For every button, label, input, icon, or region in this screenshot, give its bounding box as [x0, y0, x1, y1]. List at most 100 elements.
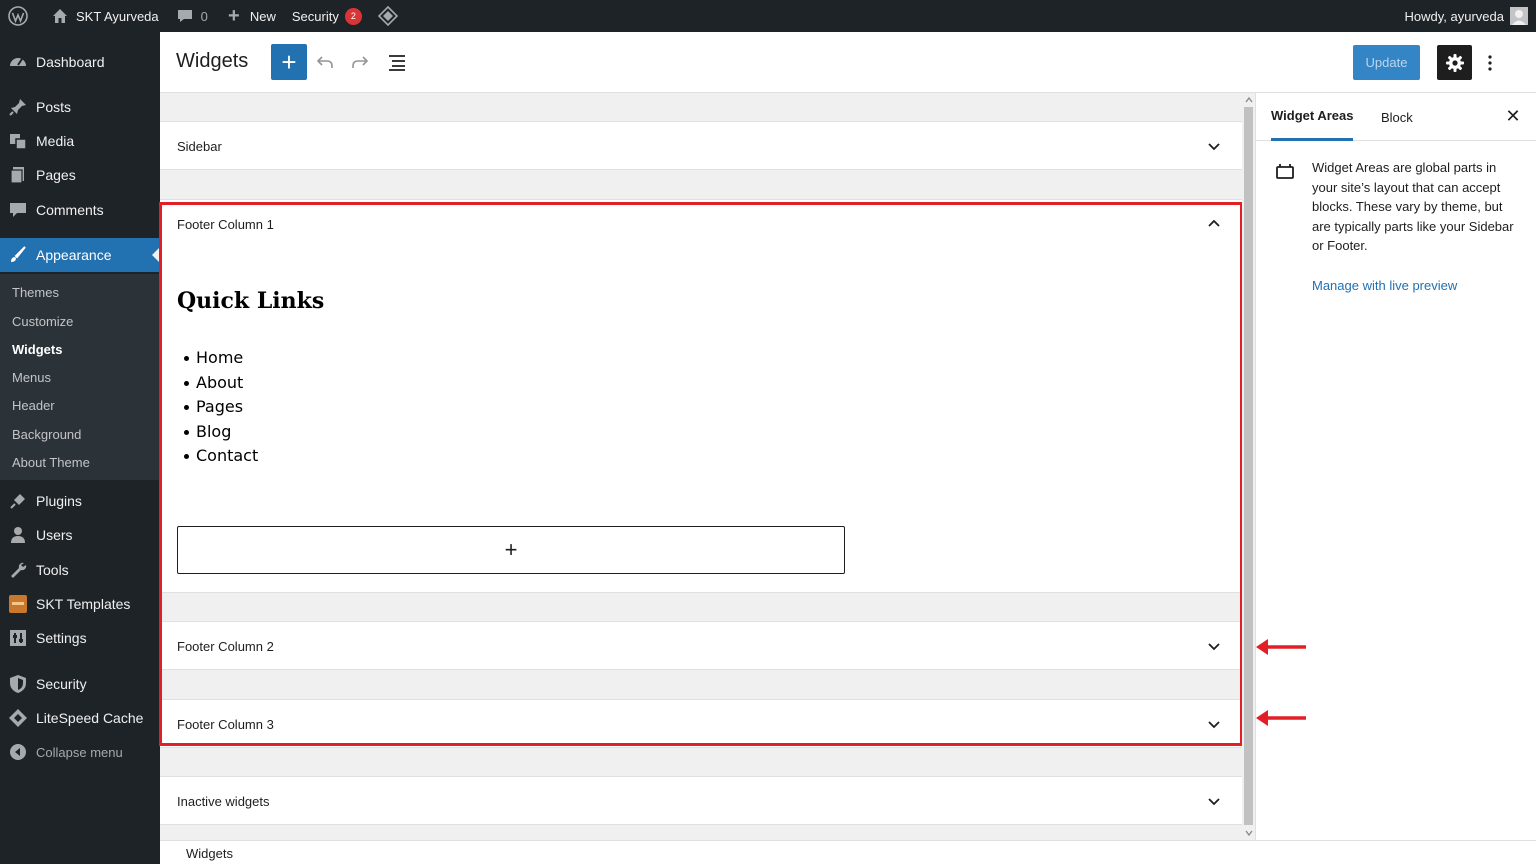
security-link[interactable]: Security 2 [284, 0, 370, 32]
canvas-scrollbar[interactable] [1242, 93, 1255, 840]
menu-item-security[interactable]: Security [0, 667, 160, 701]
editor-footer: Widgets [160, 840, 1536, 864]
wrench-icon [0, 560, 36, 580]
widgets-editor-header: Widgets + Update [160, 32, 1536, 93]
submenu-customize[interactable]: Customize [12, 312, 73, 332]
list-item[interactable]: Blog [183, 420, 258, 445]
widget-area-title: Sidebar [177, 138, 222, 154]
list-view-icon [389, 55, 405, 71]
scroll-down-arrow-icon[interactable] [1245, 829, 1253, 837]
widget-area-title: Footer Column 1 [177, 216, 274, 232]
comment-bubble-icon [175, 6, 195, 26]
new-label: New [249, 8, 276, 24]
comments-count: 0 [200, 8, 208, 24]
plus-icon: + [281, 47, 297, 77]
quick-links-list[interactable]: Home About Pages Blog Contact [183, 346, 258, 469]
plus-icon: + [228, 4, 240, 27]
more-vertical-icon [1488, 54, 1492, 71]
menu-item-media[interactable]: Media [0, 124, 160, 158]
comments-link[interactable]: 0 [167, 0, 216, 32]
chevron-down-icon [1208, 798, 1220, 806]
widget-area-footer-column-1: Footer Column 1 Quick Links Home About P… [160, 199, 1242, 593]
submenu-header[interactable]: Header [12, 396, 55, 416]
widget-area-toggle[interactable]: Footer Column 2 [160, 622, 1242, 670]
annotation-arrow-icon [1256, 639, 1306, 655]
breadcrumb[interactable]: Widgets [186, 846, 233, 861]
menu-item-settings[interactable]: Settings [0, 621, 160, 655]
my-account-link[interactable]: Howdy, ayurveda [1397, 0, 1536, 32]
widget-area-toggle[interactable]: Inactive widgets [160, 777, 1242, 825]
new-content-link[interactable]: + New [216, 0, 284, 32]
submenu-about-theme[interactable]: About Theme [12, 453, 90, 473]
list-view-button[interactable] [381, 46, 413, 78]
widget-area-footer-column-2: Footer Column 2 [160, 621, 1242, 670]
block-inserter-button[interactable]: + [271, 44, 307, 80]
litespeed-link[interactable] [370, 0, 412, 32]
submenu-menus[interactable]: Menus [12, 368, 51, 388]
settings-button[interactable] [1437, 45, 1472, 80]
menu-item-plugins[interactable]: Plugins [0, 484, 160, 518]
menu-item-users[interactable]: Users [0, 518, 160, 552]
submenu-themes[interactable]: Themes [12, 283, 59, 303]
quick-links-heading[interactable]: Quick Links [177, 288, 324, 314]
list-item[interactable]: About [183, 371, 258, 396]
menu-item-appearance[interactable]: Appearance [0, 238, 160, 272]
widget-area-toggle[interactable]: Sidebar [160, 122, 1242, 170]
add-block-button[interactable]: + [177, 526, 845, 574]
widget-area-title: Footer Column 3 [177, 716, 274, 732]
scrollbar-thumb[interactable] [1244, 107, 1253, 825]
site-name-link[interactable]: SKT Ayurveda [42, 0, 167, 32]
plus-icon: + [504, 537, 518, 562]
appearance-submenu: Themes Customize Widgets Menus Header Ba… [0, 274, 160, 480]
menu-label: Settings [36, 630, 87, 646]
sidebar-tabs: Widget Areas Block ✕ [1256, 93, 1536, 141]
page-title: Widgets [176, 50, 249, 72]
gear-icon [1445, 53, 1464, 72]
menu-label: Appearance [36, 247, 112, 263]
options-menu-button[interactable] [1478, 45, 1502, 80]
widget-area-toggle[interactable]: Footer Column 3 [160, 700, 1242, 748]
widget-area-sidebar: Sidebar [160, 121, 1242, 170]
widget-area-icon [1276, 164, 1294, 179]
close-sidebar-button[interactable]: ✕ [1504, 107, 1522, 125]
menu-label: SKT Templates [36, 596, 131, 612]
menu-item-skt-templates[interactable]: SKT Templates [0, 587, 160, 621]
menu-item-dashboard[interactable]: Dashboard [0, 45, 160, 79]
menu-item-pages[interactable]: Pages [0, 158, 160, 192]
tab-block[interactable]: Block [1381, 93, 1413, 141]
menu-item-tools[interactable]: Tools [0, 553, 160, 587]
update-button[interactable]: Update [1353, 45, 1420, 80]
tab-widget-areas[interactable]: Widget Areas [1271, 93, 1354, 141]
security-label: Security [291, 8, 339, 24]
avatar [1510, 7, 1528, 25]
plug-icon [0, 491, 36, 511]
undo-button[interactable] [309, 46, 341, 78]
list-item[interactable]: Home [183, 346, 258, 371]
widget-areas-description: Widget Areas are global parts in your si… [1312, 160, 1514, 253]
wordpress-logo-button[interactable] [0, 0, 42, 32]
widget-area-title: Footer Column 2 [177, 638, 274, 654]
submenu-widgets[interactable]: Widgets [12, 340, 62, 360]
menu-item-litespeed-cache[interactable]: LiteSpeed Cache [0, 701, 160, 735]
scroll-up-arrow-icon[interactable] [1245, 96, 1253, 104]
media-icon [0, 131, 36, 151]
annotation-arrow-icon [1256, 710, 1306, 726]
menu-item-posts[interactable]: Posts [0, 90, 160, 124]
settings-sliders-icon [0, 628, 36, 648]
widget-area-toggle[interactable]: Footer Column 1 [160, 200, 1242, 248]
menu-item-comments[interactable]: Comments [0, 193, 160, 227]
widget-areas-canvas: Sidebar Footer Column 1 Quick Links Home… [160, 93, 1242, 840]
menu-label: Users [36, 527, 73, 543]
list-item[interactable]: Pages [183, 395, 258, 420]
shield-icon [0, 674, 36, 694]
redo-button[interactable] [344, 46, 376, 78]
admin-menu: Dashboard Posts Media Pages Comments App… [0, 32, 160, 864]
chevron-down-icon [1208, 143, 1220, 151]
paintbrush-icon [0, 245, 36, 265]
list-item[interactable]: Contact [183, 444, 258, 469]
menu-label: Plugins [36, 493, 82, 509]
collapse-menu-button[interactable]: Collapse menu [0, 735, 160, 769]
manage-live-preview-link[interactable]: Manage with live preview [1312, 278, 1457, 293]
submenu-background[interactable]: Background [12, 425, 81, 445]
litespeed-diamond-icon [377, 6, 398, 26]
